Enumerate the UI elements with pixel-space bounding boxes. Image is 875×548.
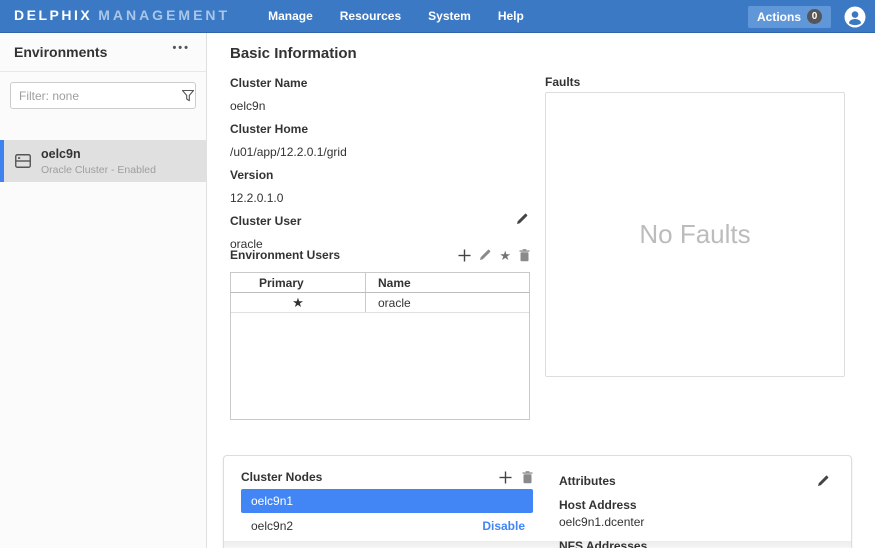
delete-user-trash-icon[interactable]	[519, 249, 530, 262]
environments-sidebar: Environments ••• oelc9n Oracle Clust	[0, 33, 207, 548]
disable-node-link[interactable]: Disable	[482, 519, 525, 533]
user-name-cell: oracle	[366, 293, 529, 312]
attributes-panel: Attributes Host Address oelc9n1.dcenter …	[559, 474, 829, 548]
sidebar-header: Environments •••	[0, 33, 206, 72]
users-table-header: Primary Name	[231, 273, 529, 293]
field-cluster-user: Cluster User oracle	[230, 205, 530, 251]
node-row-oelc9n1[interactable]: oelc9n1	[241, 489, 533, 513]
host-address-label: Host Address	[559, 488, 829, 512]
edit-user-pencil-icon[interactable]	[479, 249, 491, 261]
cluster-nodes-toolbar	[499, 471, 533, 484]
users-table-row[interactable]: ★ oracle	[231, 293, 529, 313]
add-user-plus-icon[interactable]	[458, 249, 471, 262]
node-name: oelc9n1	[251, 494, 293, 508]
nav-right-controls: Actions 0	[748, 0, 866, 33]
environment-users-toolbar: ★	[458, 249, 530, 262]
page-title: Basic Information	[230, 45, 357, 62]
sidebar-item-oelc9n[interactable]: oelc9n Oracle Cluster - Enabled	[0, 140, 206, 182]
actions-button[interactable]: Actions 0	[748, 6, 831, 28]
column-header-primary: Primary	[231, 273, 366, 292]
field-label: Cluster Name	[230, 67, 530, 90]
attributes-title: Attributes	[559, 474, 616, 488]
no-faults-text: No Faults	[639, 219, 750, 250]
nav-item-help[interactable]: Help	[498, 0, 524, 33]
delphix-management-window: DELPHIX MANAGEMENT Manage Resources Syste…	[0, 0, 875, 548]
actions-button-label: Actions	[757, 10, 801, 24]
actions-count-badge: 0	[807, 9, 822, 24]
field-value: 12.2.0.1.0	[230, 182, 530, 205]
cluster-environment-icon	[15, 154, 31, 168]
sidebar-title: Environments	[14, 44, 107, 60]
set-primary-star-icon[interactable]: ★	[499, 249, 511, 262]
cluster-nodes-card: Cluster Nodes	[223, 455, 852, 548]
field-value: oelc9n	[230, 90, 530, 113]
edit-attributes-pencil-icon[interactable]	[817, 475, 829, 487]
node-row-oelc9n2[interactable]: oelc9n2 Disable	[241, 514, 533, 538]
field-version: Version 12.2.0.1.0	[230, 159, 530, 205]
add-node-plus-icon[interactable]	[499, 471, 512, 484]
faults-panel: No Faults	[545, 92, 845, 377]
filter-input[interactable]	[11, 89, 182, 103]
environment-filter	[10, 82, 196, 109]
field-cluster-home: Cluster Home /u01/app/12.2.0.1/grid	[230, 113, 530, 159]
field-label: Cluster Home	[230, 113, 530, 136]
field-cluster-name: Cluster Name oelc9n	[230, 67, 530, 113]
field-value: /u01/app/12.2.0.1/grid	[230, 136, 530, 159]
cluster-nodes-title: Cluster Nodes	[241, 470, 322, 484]
node-name: oelc9n2	[251, 519, 293, 533]
edit-cluster-user-pencil-icon[interactable]	[516, 213, 528, 225]
delete-node-trash-icon[interactable]	[522, 471, 533, 484]
attributes-header: Attributes	[559, 474, 829, 488]
nfs-addresses-label: NFS Addresses	[559, 529, 829, 548]
brand-logo: DELPHIX MANAGEMENT	[14, 7, 230, 25]
env-item-status: Oracle Cluster - Enabled	[41, 164, 156, 176]
faults-title: Faults	[545, 75, 580, 89]
field-label: Version	[230, 159, 530, 182]
env-item-name: oelc9n	[41, 147, 156, 161]
environment-users-title: Environment Users	[230, 248, 340, 262]
environment-users-table: Primary Name ★ oracle	[230, 272, 530, 420]
environment-users-header: Environment Users ★	[230, 248, 530, 262]
cluster-node-list: oelc9n1 oelc9n2 Disable	[241, 489, 533, 539]
top-nav: DELPHIX MANAGEMENT Manage Resources Syste…	[0, 0, 875, 33]
basic-information-fields: Cluster Name oelc9n Cluster Home /u01/ap…	[230, 67, 530, 251]
nav-menu: Manage Resources System Help	[268, 0, 524, 33]
field-label: Cluster User	[230, 205, 530, 228]
cluster-nodes-header: Cluster Nodes	[241, 470, 533, 484]
brand-primary: DELPHIX	[14, 7, 92, 23]
host-address-value: oelc9n1.dcenter	[559, 512, 829, 529]
filter-funnel-icon[interactable]	[182, 90, 194, 102]
user-avatar-icon[interactable]	[844, 6, 866, 28]
primary-star-cell: ★	[231, 293, 366, 312]
nav-item-system[interactable]: System	[428, 0, 471, 33]
nav-item-resources[interactable]: Resources	[340, 0, 401, 33]
env-item-text: oelc9n Oracle Cluster - Enabled	[41, 147, 156, 176]
column-header-name: Name	[366, 273, 529, 292]
main-content: Basic Information Cluster Name oelc9n Cl…	[207, 33, 875, 548]
nav-item-manage[interactable]: Manage	[268, 0, 313, 33]
overflow-menu-icon[interactable]: •••	[172, 42, 190, 54]
brand-secondary: MANAGEMENT	[98, 7, 230, 23]
